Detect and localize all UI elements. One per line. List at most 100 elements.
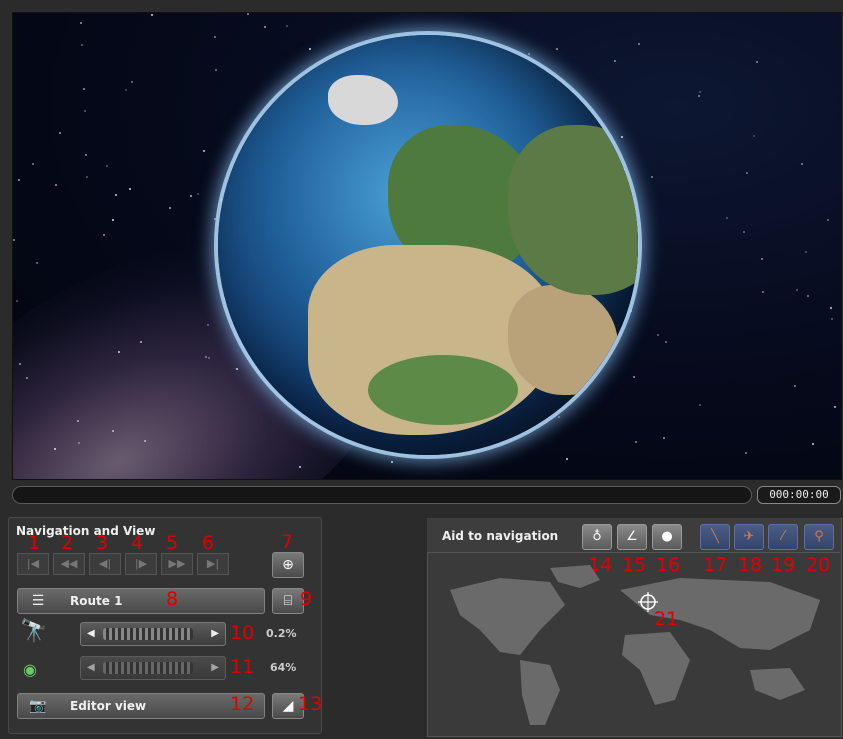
terrain-globe-button[interactable]: ● [652,524,682,550]
slider-left-arrow-icon: ◀ [87,628,95,639]
step-forward-button[interactable]: |▶ [125,553,157,575]
central-africa-landmass [368,355,518,425]
star [106,165,108,167]
speed-slider-track [103,628,193,640]
pin-button[interactable]: ⚲ [804,524,834,550]
skip-to-start-button[interactable]: |◀ [17,553,49,575]
timecode-display: 000:00:00 [757,486,841,504]
earth-globe[interactable] [218,35,638,455]
star [309,48,311,50]
star [208,357,210,359]
ruler-line-button[interactable]: ╲ [700,524,730,550]
star [831,318,833,320]
pen-button[interactable]: ⁄ [768,524,798,550]
fast-forward-button[interactable]: ▶▶ [161,553,193,575]
star [796,289,798,291]
callout-4: 4 [131,532,144,554]
star [286,25,288,27]
opacity-slider-track [103,662,193,674]
star [745,452,747,454]
view-angle-icon: ◢ [282,698,294,714]
star [630,310,632,312]
view-selector[interactable]: 📷 Editor view [17,693,265,719]
opacity-slider[interactable]: ◀ ▶ [80,656,226,680]
star [830,307,832,309]
star [83,88,85,90]
star [81,44,83,46]
arabia-landmass [508,285,618,395]
timeline-bar[interactable] [12,486,752,504]
star [103,234,105,236]
star [657,334,659,336]
3d-viewport[interactable] [12,12,842,480]
star [812,443,814,445]
star [807,295,809,297]
callout-11: 11 [230,656,255,678]
slider-left-arrow-icon: ◀ [87,662,95,673]
pen-icon: ⁄ [781,529,785,544]
step-back-button[interactable]: ◀| [89,553,121,575]
airplane-button[interactable]: ✈ [734,524,764,550]
rewind-button[interactable]: ◀◀ [53,553,85,575]
star [131,81,133,83]
world-continents [450,565,820,725]
star [264,26,266,28]
star [663,437,665,439]
skip-to-start-icon: |◀ [26,557,40,570]
callout-5: 5 [166,532,179,554]
star [84,110,86,112]
list-icon: ☰ [31,593,45,609]
star [112,430,114,432]
step-forward-icon: |▶ [134,557,148,570]
callout-3: 3 [96,532,109,554]
callout-13: 13 [298,693,323,715]
callout-1: 1 [28,532,41,554]
airplane-icon: ✈ [743,529,755,544]
globe-terrain-icon: ● [661,529,673,544]
target-button[interactable]: ⊕ [272,552,304,578]
star [215,69,217,71]
camera-icon: 📷 [29,698,47,714]
angle-button[interactable]: ∠ [617,524,647,550]
slider-right-arrow-icon: ▶ [211,662,219,673]
world-minimap[interactable] [440,560,835,730]
star [86,176,88,178]
star [753,135,755,137]
speed-slider[interactable]: ◀ ▶ [80,622,226,646]
star [726,217,728,219]
callout-21: 21 [654,608,679,630]
star [85,154,87,156]
opacity-percent: 64% [270,661,297,674]
star [556,48,558,50]
star [699,404,701,406]
star [18,179,20,181]
asia-landmass [508,125,638,295]
crosshair-icon: ⊕ [282,557,294,573]
compass-north-icon: ♁ [592,529,602,544]
star [205,356,207,358]
compass-north-button[interactable]: ♁ [582,524,612,550]
star [528,53,530,55]
skip-to-end-icon: ▶| [206,557,220,570]
star [236,368,238,370]
star [140,341,142,343]
star [699,91,701,93]
star [638,43,640,45]
callout-10: 10 [230,622,255,644]
fast-forward-icon: ▶▶ [168,557,186,570]
star [761,258,763,260]
star [125,89,127,91]
star [118,351,120,353]
star [558,416,560,418]
route-selector[interactable]: ☰ Route 1 [17,588,265,614]
skip-to-end-button[interactable]: ▶| [197,553,229,575]
greenland-landmass [328,75,398,125]
star [756,61,758,63]
star [651,176,653,178]
star [115,194,117,196]
star [746,172,748,174]
star [190,195,192,197]
star [827,219,829,221]
callout-2: 2 [61,532,74,554]
star [214,218,216,220]
